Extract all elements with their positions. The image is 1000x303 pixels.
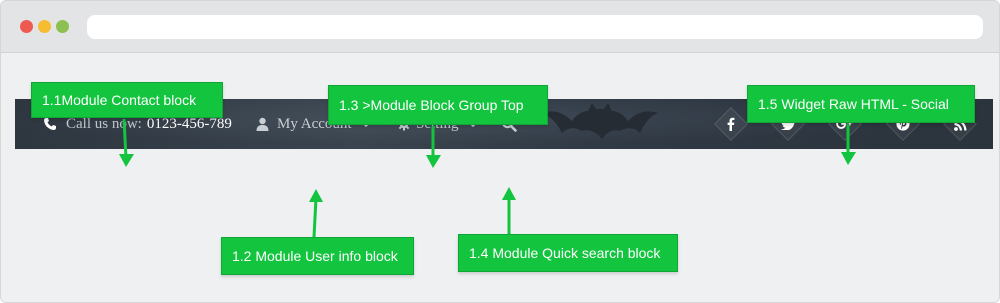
facebook-button[interactable] — [714, 107, 748, 141]
contact-number[interactable]: 0123-456-789 — [147, 116, 232, 133]
callout-block-group-top: 1.3 >Module Block Group Top — [328, 85, 548, 125]
address-bar[interactable] — [87, 15, 983, 39]
callout-widget-social: 1.5 Widget Raw HTML - Social — [747, 85, 975, 123]
browser-window: Call us now: 0123-456-789 My Account Set… — [0, 0, 1000, 303]
bat-logo-icon — [542, 103, 658, 139]
minimize-window-button[interactable] — [38, 20, 51, 33]
close-window-button[interactable] — [20, 20, 33, 33]
callout-user-info-block: 1.2 Module User info block — [221, 237, 414, 275]
phone-icon — [43, 117, 57, 131]
contact-label: Call us now: — [66, 115, 142, 132]
callout-quick-search-block: 1.4 Module Quick search block — [458, 234, 678, 272]
facebook-icon — [715, 108, 747, 140]
browser-title-bar — [1, 1, 999, 53]
maximize-window-button[interactable] — [56, 20, 69, 33]
callout-contact-block: 1.1Module Contact block — [31, 82, 223, 118]
user-icon — [256, 117, 269, 131]
